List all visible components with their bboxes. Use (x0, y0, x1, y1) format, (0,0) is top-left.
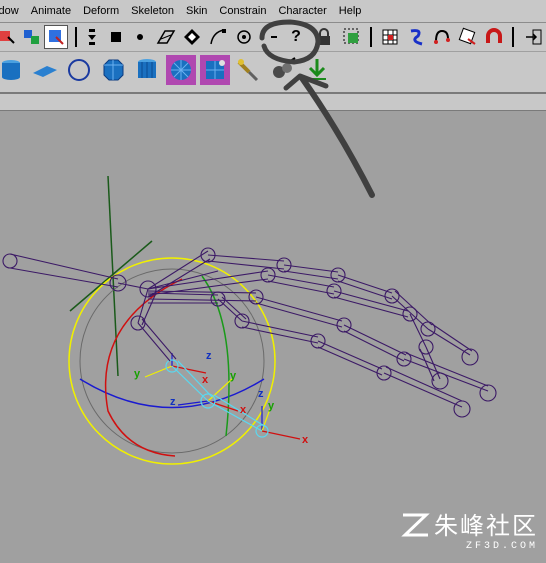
menu-animate[interactable]: Animate (25, 0, 77, 22)
watermark-logo-icon (401, 513, 430, 536)
menu-deform[interactable]: Deform (77, 0, 125, 22)
snap-to-view-plane-icon[interactable] (154, 25, 178, 49)
axis-label: y (230, 370, 237, 382)
joint[interactable] (453, 400, 471, 418)
hand-skeleton[interactable] (2, 247, 497, 418)
viewport-3d[interactable]: y z x z y x z y x (0, 111, 546, 558)
select-by-hierarchy-icon[interactable] (0, 25, 20, 49)
input-output-icon[interactable] (522, 25, 546, 49)
move-down-icon[interactable] (302, 55, 332, 85)
toolbar-dash-icon (262, 25, 286, 49)
axis-label: x (202, 374, 209, 386)
selected-joint-chain[interactable] (165, 359, 269, 438)
snap-to-curve-icon[interactable] (104, 25, 128, 49)
axis-label: x (302, 434, 309, 446)
shelf (0, 52, 546, 88)
scene-svg: y z x z y x z y x (2, 175, 497, 465)
plane-icon[interactable] (30, 55, 60, 85)
help-label: ? (291, 28, 301, 45)
grid-z-axis (69, 240, 153, 312)
watermark-text: 朱峰社区 (434, 512, 538, 540)
menu-skin[interactable]: Skin (180, 0, 213, 22)
paint-weights-icon[interactable] (268, 55, 298, 85)
menu-bar: indow Animate Deform Skeleton Skin Const… (0, 0, 546, 23)
menu-help[interactable]: Help (333, 0, 368, 22)
watermark-url: ZF3D.COM (465, 541, 538, 552)
make-live-icon[interactable] (180, 25, 204, 49)
status-toolbar: ? (0, 23, 546, 51)
poly-subdiv-icon[interactable] (200, 55, 230, 85)
highlight-select-icon[interactable] (340, 25, 364, 49)
render-icon[interactable] (378, 25, 402, 49)
sphere-icon[interactable] (64, 55, 94, 85)
axis-label: y (268, 400, 275, 412)
toolbar-separator (75, 27, 77, 47)
poly-cube-icon[interactable] (132, 55, 162, 85)
make-live-curve-icon[interactable] (206, 25, 230, 49)
select-by-component-icon[interactable] (44, 25, 68, 49)
axis-label: x (240, 404, 247, 416)
watermark: 朱峰社区 ZF3D.COM (400, 506, 538, 552)
ipr-render-icon[interactable] (404, 25, 428, 49)
strip-line (0, 92, 546, 94)
menu-constrain[interactable]: Constrain (213, 0, 272, 22)
cylinder-icon[interactable] (0, 55, 26, 85)
axis-label: z (170, 396, 176, 408)
query-icon[interactable]: ? (284, 25, 308, 49)
menu-window[interactable]: indow (0, 0, 25, 22)
lock-icon[interactable] (312, 25, 336, 49)
render-settings-icon[interactable] (430, 25, 454, 49)
sculpt-tool-icon[interactable] (234, 55, 264, 85)
joint[interactable] (461, 348, 479, 366)
axis-label: z (258, 388, 264, 400)
menu-skeleton[interactable]: Skeleton (125, 0, 180, 22)
snap-to-grid-icon[interactable] (80, 25, 104, 49)
magnet-icon[interactable] (482, 25, 506, 49)
hypershade-icon[interactable] (456, 25, 480, 49)
axis-label: z (206, 350, 212, 362)
make-live-target-icon[interactable] (232, 25, 256, 49)
toolbar-separator (370, 27, 372, 47)
joint[interactable] (2, 253, 18, 269)
select-by-object-icon[interactable] (20, 25, 44, 49)
axis-labels: y z x z y x z y x (134, 350, 309, 446)
poly-sphere-icon[interactable] (166, 55, 196, 85)
toolbar-separator (512, 27, 514, 47)
poly-cylinder-icon[interactable] (98, 55, 128, 85)
axis-label: y (134, 368, 141, 380)
local-axes-1 (144, 353, 207, 378)
menu-character[interactable]: Character (272, 0, 332, 22)
snap-to-point-icon[interactable] (128, 25, 152, 49)
joint[interactable] (479, 384, 497, 402)
